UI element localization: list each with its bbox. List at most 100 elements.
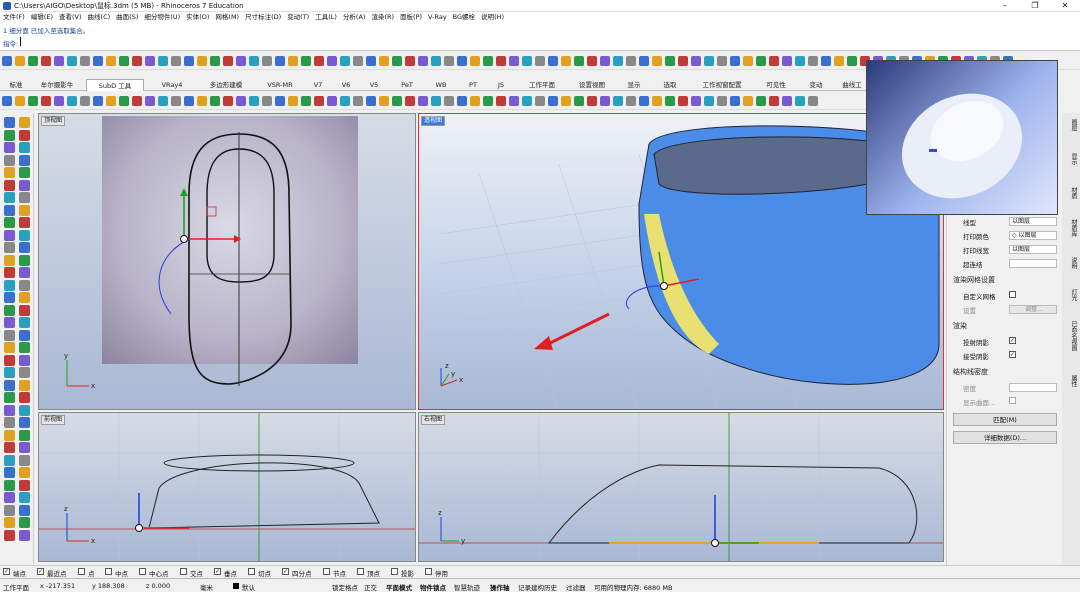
tool-icon[interactable] — [287, 56, 298, 66]
left-tool-icon[interactable] — [4, 167, 15, 178]
tool-icon[interactable] — [1, 96, 12, 106]
status-gumball[interactable]: 操作轴 — [490, 582, 510, 592]
viewport-front[interactable]: 前视图 z x — [38, 412, 416, 562]
left-tool-icon[interactable] — [19, 179, 30, 191]
side-tab-layers[interactable]: 图层 — [1064, 119, 1078, 131]
tool-icon[interactable] — [716, 96, 727, 106]
viewport-right[interactable]: 右视图 z y — [418, 412, 944, 562]
left-tool-icon[interactable] — [19, 492, 30, 503]
osnap-checkbox[interactable] — [78, 568, 85, 575]
tool-icon[interactable] — [274, 56, 285, 66]
tool-icon[interactable] — [651, 56, 662, 66]
menu-mesh[interactable]: 网格(M) — [212, 12, 242, 23]
printcolor-select[interactable]: ◇ 以图层 — [1009, 231, 1057, 240]
tool-icon[interactable] — [703, 96, 714, 106]
tool-icon[interactable] — [599, 56, 610, 66]
left-tool-icon[interactable] — [4, 292, 15, 303]
tool-icon[interactable] — [1, 56, 12, 66]
side-tab-material-library[interactable]: 材质库 — [1064, 219, 1078, 237]
left-tool-icon[interactable] — [4, 142, 15, 153]
tool-icon[interactable] — [66, 96, 77, 106]
left-tool-icon[interactable] — [4, 454, 15, 466]
tool-icon[interactable] — [443, 56, 454, 66]
tool-icon[interactable] — [144, 96, 155, 106]
minimize-button[interactable]: – — [990, 0, 1020, 12]
left-tool-icon[interactable] — [19, 329, 30, 341]
tab-js[interactable]: JS — [488, 79, 514, 91]
status-filter[interactable]: 过滤器 — [566, 582, 586, 592]
left-tool-icon[interactable] — [4, 504, 15, 516]
menu-solid[interactable]: 实体(O) — [183, 12, 212, 23]
left-tool-icon[interactable] — [4, 217, 15, 228]
tool-icon[interactable] — [469, 56, 480, 66]
tool-icon[interactable] — [313, 56, 324, 66]
osnap-checkbox[interactable]: ✓ — [37, 568, 44, 575]
tool-icon[interactable] — [677, 56, 688, 66]
osnap-checkbox[interactable] — [180, 568, 187, 575]
left-tool-icon[interactable] — [4, 342, 15, 353]
tool-icon[interactable] — [482, 56, 493, 66]
cast-shadow-checkbox[interactable]: ✓ — [1009, 337, 1016, 344]
status-smarttrack[interactable]: 智慧轨迹 — [454, 582, 480, 592]
tool-icon[interactable] — [469, 96, 480, 106]
tool-icon[interactable] — [339, 96, 350, 106]
tool-icon[interactable] — [248, 56, 259, 66]
left-tool-icon[interactable] — [4, 317, 15, 328]
tool-icon[interactable] — [196, 56, 207, 66]
left-tool-icon[interactable] — [19, 304, 30, 316]
tool-icon[interactable] — [183, 56, 194, 66]
side-tab-help[interactable]: 说明 — [1064, 257, 1078, 269]
tool-icon[interactable] — [521, 96, 532, 106]
left-tool-icon[interactable] — [4, 429, 15, 441]
osnap-checkbox[interactable] — [139, 568, 146, 575]
left-tool-icon[interactable] — [19, 242, 30, 253]
tab-pt[interactable]: PT — [458, 79, 488, 91]
left-tool-icon[interactable] — [19, 342, 30, 353]
left-tool-icon[interactable] — [4, 404, 15, 416]
tool-icon[interactable] — [794, 56, 805, 66]
adjust-button[interactable]: 调整... — [1009, 305, 1057, 314]
left-tool-icon[interactable] — [19, 317, 30, 328]
left-tool-icon[interactable] — [4, 467, 15, 478]
menu-dimension[interactable]: 尺寸标注(D) — [242, 12, 284, 23]
left-tool-icon[interactable] — [4, 529, 15, 541]
tool-icon[interactable] — [573, 56, 584, 66]
tool-icon[interactable] — [404, 56, 415, 66]
details-button[interactable]: 详细数据(D)... — [953, 431, 1057, 444]
tool-icon[interactable] — [638, 56, 649, 66]
tool-icon[interactable] — [66, 56, 77, 66]
tool-icon[interactable] — [456, 56, 467, 66]
left-tool-icon[interactable] — [19, 229, 30, 241]
osnap-checkbox[interactable]: ✓ — [282, 568, 289, 575]
tool-icon[interactable] — [664, 96, 675, 106]
tool-icon[interactable] — [677, 96, 688, 106]
status-planar[interactable]: 平面模式 — [386, 582, 412, 592]
tool-icon[interactable] — [27, 56, 38, 66]
tool-icon[interactable] — [209, 56, 220, 66]
tool-icon[interactable] — [222, 56, 233, 66]
tool-icon[interactable] — [391, 56, 402, 66]
tool-icon[interactable] — [53, 96, 64, 106]
osnap-checkbox[interactable] — [248, 568, 255, 575]
tool-icon[interactable] — [742, 96, 753, 106]
osnap-checkbox[interactable] — [105, 568, 112, 575]
tool-icon[interactable] — [586, 56, 597, 66]
menu-help[interactable]: 说明(H) — [478, 12, 507, 23]
tool-icon[interactable] — [729, 56, 740, 66]
side-tab-named-views[interactable]: 已命名视图 — [1064, 321, 1078, 351]
left-tool-icon[interactable] — [19, 254, 30, 266]
left-tool-icon[interactable] — [4, 117, 15, 128]
tool-icon[interactable] — [430, 56, 441, 66]
tool-icon[interactable] — [300, 96, 311, 106]
menu-vray[interactable]: V-Ray — [425, 12, 450, 23]
tool-icon[interactable] — [352, 96, 363, 106]
tool-icon[interactable] — [118, 56, 129, 66]
tool-icon[interactable] — [157, 56, 168, 66]
tool-icon[interactable] — [235, 56, 246, 66]
tool-icon[interactable] — [261, 96, 272, 106]
tab-viewport-layout[interactable]: 工作视窗配置 — [692, 79, 752, 91]
status-osnap[interactable]: 物件锁点 — [420, 582, 446, 592]
tool-icon[interactable] — [443, 96, 454, 106]
tool-icon[interactable] — [755, 96, 766, 106]
maximize-button[interactable]: ❐ — [1020, 0, 1050, 12]
